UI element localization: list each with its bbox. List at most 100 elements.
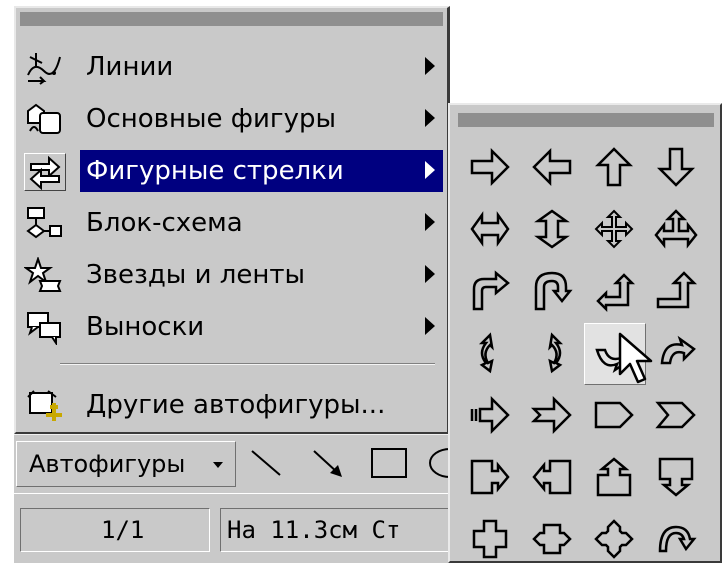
shape-right-arrow[interactable] <box>460 137 520 197</box>
lines-icon <box>24 49 64 85</box>
menu-item-label: Блок-схема <box>86 208 243 238</box>
up-arrow-callout-icon <box>596 457 632 497</box>
up-down-arrow-icon <box>534 209 570 249</box>
submenu-arrow-icon <box>425 317 435 335</box>
submenu-arrow-icon <box>425 109 435 127</box>
curved-right-arrow-icon <box>478 332 494 374</box>
menu-item-callouts[interactable]: Выноски <box>20 304 443 350</box>
position-text: На 11.3см Ст <box>227 516 401 544</box>
shape-bent-up-arrow[interactable] <box>646 261 706 321</box>
arrow-tool-icon <box>313 450 342 477</box>
line-tool-button[interactable] <box>244 443 288 483</box>
menu-item-label: Звезды и ленты <box>86 260 306 290</box>
line-tool-icon <box>251 450 281 476</box>
flowchart-icon <box>24 205 64 241</box>
left-up-arrow-icon <box>596 273 636 313</box>
shape-up-down-arrow-callout[interactable] <box>460 509 520 561</box>
shape-chevron[interactable] <box>646 385 706 445</box>
right-arrow-callout-icon <box>470 459 510 495</box>
menu-item-lines[interactable]: Линии <box>20 44 443 90</box>
shape-up-arrow-callout[interactable] <box>584 447 644 507</box>
shape-left-right-arrow-callout[interactable] <box>522 509 582 561</box>
notched-right-arrow-icon <box>530 395 572 435</box>
bent-arrow-icon <box>472 270 510 311</box>
left-right-arrow-callout-icon <box>532 523 572 555</box>
menu-item-basic-shapes[interactable]: Основные фигуры <box>20 96 443 142</box>
basic-shapes-icon <box>24 101 64 137</box>
page-number: 1/1 <box>101 516 145 544</box>
menu-separator <box>60 363 435 365</box>
menu-item-flowchart[interactable]: Блок-схема <box>20 200 443 246</box>
u-turn-arrow-icon <box>534 271 573 311</box>
shape-striped-right-arrow[interactable] <box>460 385 520 445</box>
menu-item-label: Фигурные стрелки <box>86 156 344 186</box>
mouse-pointer-icon <box>618 332 653 384</box>
shape-left-arrow[interactable] <box>522 137 582 197</box>
quad-arrow-callout-icon <box>594 519 634 559</box>
shape-right-arrow-callout[interactable] <box>460 447 520 507</box>
curved-down-arrow-icon <box>660 335 696 365</box>
autoshapes-label: Автофигуры <box>29 450 186 478</box>
shape-u-turn-arrow[interactable] <box>522 261 582 321</box>
menu-drag-handle[interactable] <box>20 12 443 26</box>
menu-item-more-autoshapes[interactable]: Другие автофигуры... <box>20 382 443 428</box>
status-bar: 1/1 На 11.3см Ст <box>14 494 455 563</box>
chevron-icon <box>655 401 696 429</box>
submenu-arrow-icon <box>425 213 435 231</box>
shape-left-right-up-arrow[interactable] <box>646 199 706 259</box>
chevron-down-icon <box>213 462 223 468</box>
menu-item-label: Выноски <box>86 312 205 342</box>
palette-drag-handle[interactable] <box>458 113 714 127</box>
shape-left-up-arrow[interactable] <box>584 261 644 321</box>
shape-circular-arrow[interactable] <box>646 509 706 561</box>
menu-item-label: Основные фигуры <box>86 104 336 134</box>
more-autoshapes-icon <box>24 387 64 423</box>
menu-item-block-arrows[interactable]: Фигурные стрелки <box>20 148 443 194</box>
submenu-arrow-icon <box>425 265 435 283</box>
drawing-toolbar: Автофигуры <box>14 434 471 493</box>
shape-pentagon[interactable] <box>584 385 644 445</box>
shape-curved-left-arrow[interactable] <box>522 323 582 383</box>
left-right-up-arrow-icon <box>654 209 698 249</box>
autoshapes-button[interactable]: Автофигуры <box>16 441 236 487</box>
shape-up-down-arrow[interactable] <box>522 199 582 259</box>
stars-banners-icon <box>22 255 64 293</box>
circular-arrow-icon <box>658 525 697 553</box>
rectangle-tool-icon <box>371 448 407 478</box>
curved-left-arrow-icon <box>548 332 564 374</box>
shape-curved-right-arrow[interactable] <box>460 323 520 383</box>
shape-left-arrow-callout[interactable] <box>522 447 582 507</box>
down-arrow-icon <box>656 147 696 187</box>
position-indicator: На 11.3см Ст <box>220 508 455 552</box>
arrow-tool-button[interactable] <box>306 443 350 483</box>
left-arrow-callout-icon <box>532 459 572 495</box>
shape-left-right-arrow[interactable] <box>460 199 520 259</box>
shape-notched-right-arrow[interactable] <box>522 385 582 445</box>
shape-bent-arrow[interactable] <box>460 261 520 321</box>
left-arrow-icon <box>532 147 572 187</box>
autoshapes-menu: Линии Основные фигуры Фигурные стрелки Б… <box>14 6 450 434</box>
left-right-arrow-icon <box>470 211 510 247</box>
shape-quad-arrow[interactable] <box>584 199 644 259</box>
pentagon-icon <box>594 401 634 429</box>
shape-down-arrow[interactable] <box>646 137 706 197</box>
submenu-arrow-icon <box>425 161 435 179</box>
block-arrows-icon <box>24 153 66 191</box>
shape-quad-arrow-callout[interactable] <box>584 509 644 561</box>
down-arrow-callout-icon <box>658 457 694 497</box>
menu-item-label: Линии <box>86 52 174 82</box>
page-indicator: 1/1 <box>20 508 210 552</box>
submenu-arrow-icon <box>425 57 435 75</box>
striped-right-arrow-icon <box>470 395 510 435</box>
bent-up-arrow-icon <box>656 271 698 309</box>
shape-up-arrow[interactable] <box>584 137 644 197</box>
shape-down-arrow-callout[interactable] <box>646 447 706 507</box>
right-arrow-icon <box>470 147 510 187</box>
menu-item-stars-banners[interactable]: Звезды и ленты <box>20 252 443 298</box>
rectangle-tool-button[interactable] <box>368 443 412 483</box>
menu-item-label: Другие автофигуры... <box>86 390 386 420</box>
quad-arrow-icon <box>594 209 634 249</box>
block-arrows-palette <box>448 103 722 563</box>
callouts-icon <box>24 309 64 347</box>
up-down-arrow-callout-icon <box>472 519 508 559</box>
